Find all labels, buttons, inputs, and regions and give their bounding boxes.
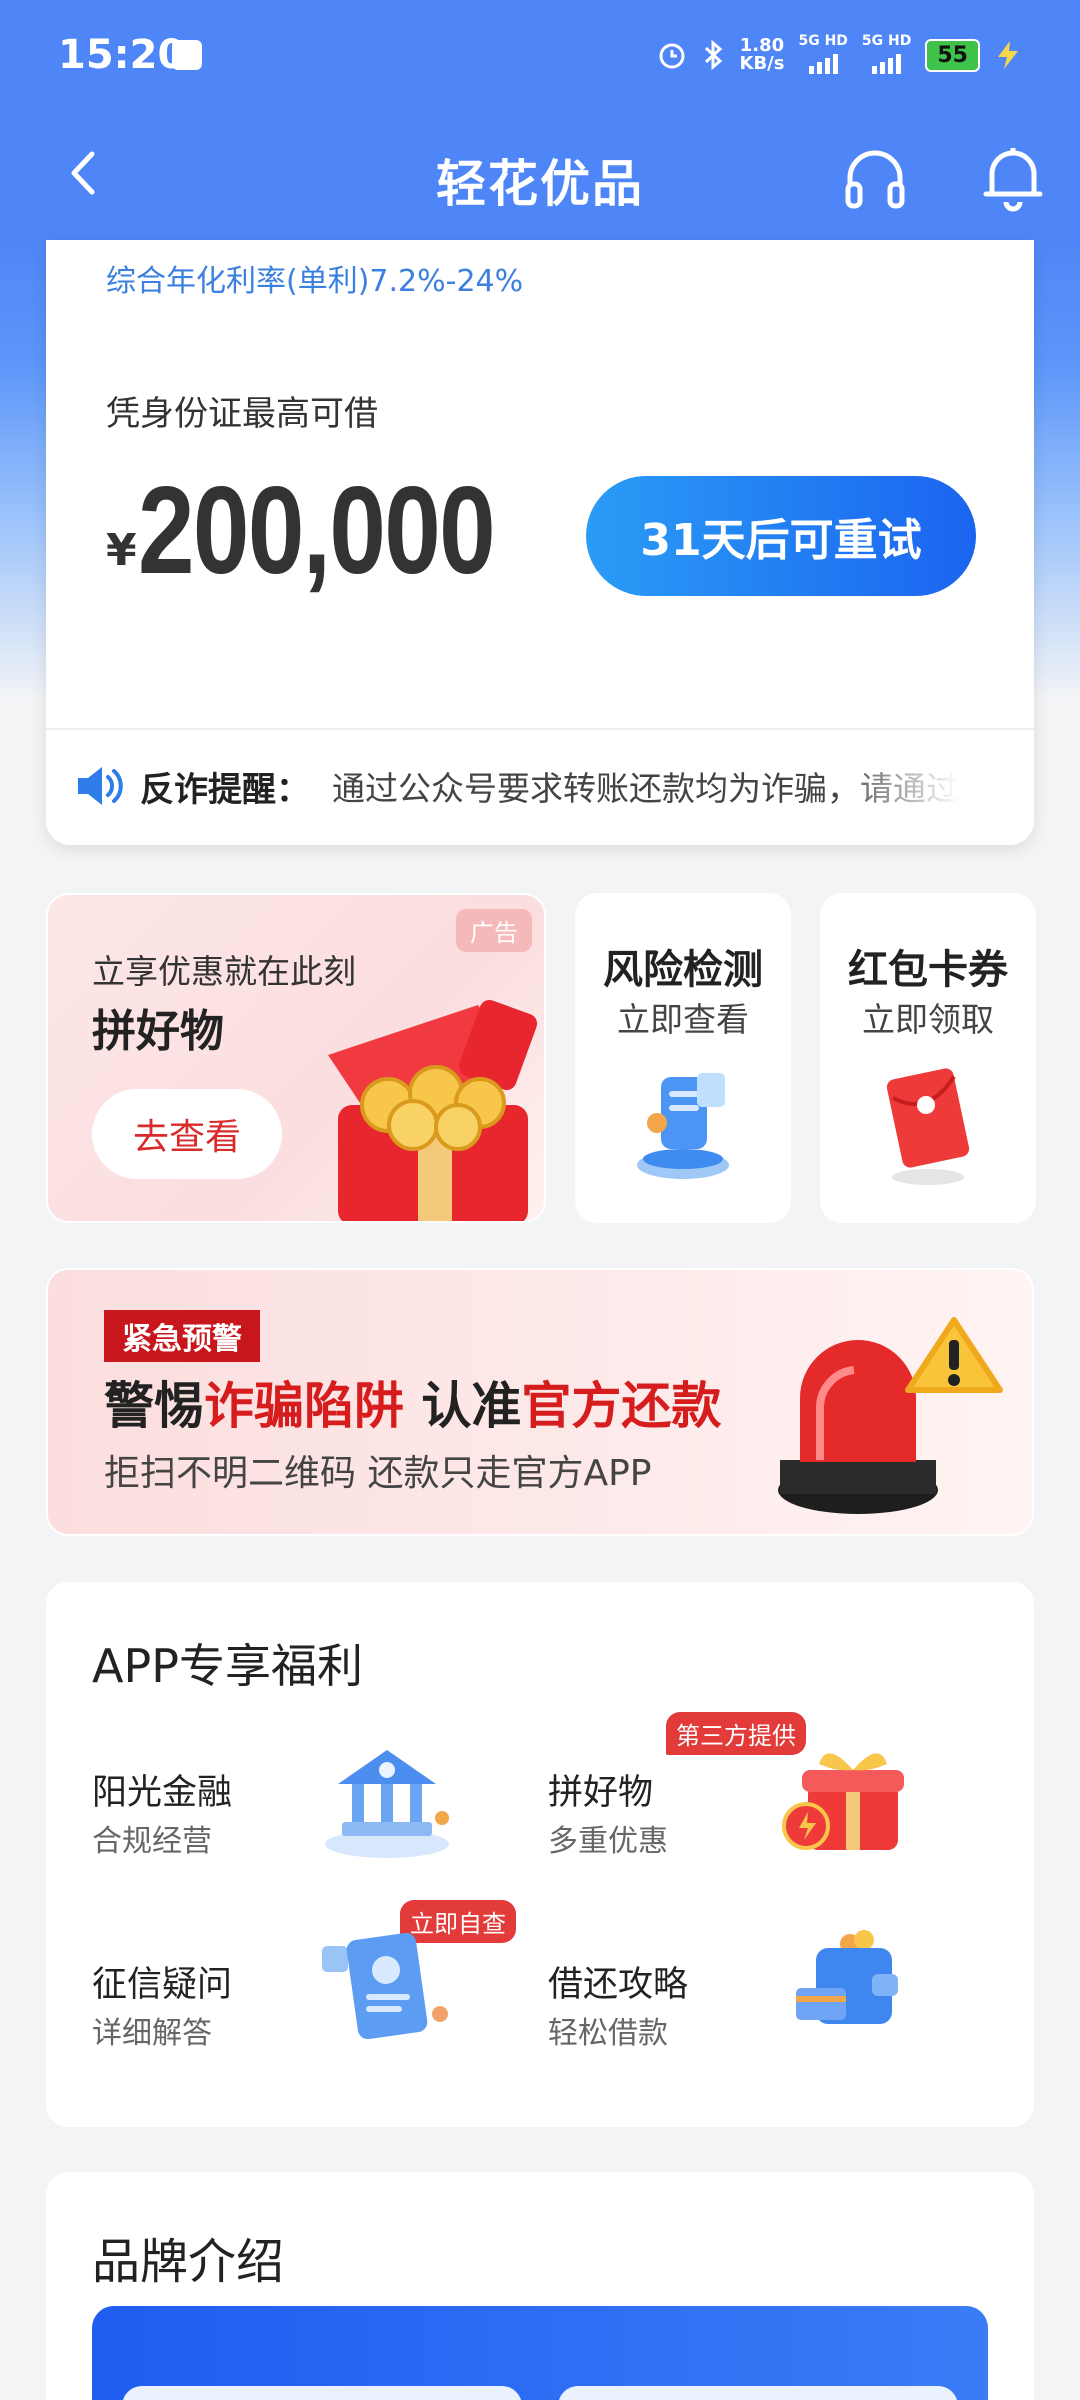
risk-check-sub: 立即查看 [617, 1000, 749, 1039]
benefit-sub: 合规经营 [92, 1824, 212, 1859]
interest-rate-text[interactable]: 综合年化利率(单利)7.2%-24% [106, 256, 523, 300]
coupon-sub: 立即领取 [862, 1000, 994, 1039]
benefit-sunshine-finance[interactable]: 阳光金融 合规经营 [92, 1750, 532, 1914]
urgent-tag: 紧急预警 [104, 1310, 260, 1362]
signal-2: 5G HD [862, 32, 911, 78]
credit-report-icon [322, 1932, 448, 2040]
nav-bar: 轻花优品 [0, 110, 1080, 240]
risk-check-card[interactable]: 风险检测 立即查看 [575, 893, 791, 1223]
retry-button[interactable]: 31天后可重试 [586, 476, 976, 596]
benefits-title: APP专享福利 [92, 1639, 363, 1693]
notice-text: 通过公众号要求转账还款均为诈骗，请通过 [332, 769, 959, 808]
page-title: 轻花优品 [436, 155, 644, 213]
brand-intro-section: 品牌介绍 [46, 2172, 1034, 2400]
wallet-icon [796, 1930, 898, 2024]
benefit-title: 借还攻略 [548, 1965, 689, 2005]
risk-check-title: 风险检测 [603, 947, 763, 993]
status-bar: 15:20 1.80 KB/s 5G HD 5G HD 55 [0, 0, 1080, 110]
siren-alert-icon [778, 1317, 1003, 1514]
loan-amount: 200,000 [138, 462, 496, 600]
status-icons: 1.80 KB/s 5G HD 5G HD 55 [656, 32, 1023, 78]
charging-icon [998, 41, 1018, 69]
alarm-icon [659, 43, 684, 69]
brand-tab-right [558, 2386, 958, 2400]
loan-card: 综合年化利率(单利)7.2%-24% 凭身份证最高可借 ¥ 200,000 31… [46, 240, 1034, 845]
risk-scan-icon [637, 1073, 729, 1179]
ad-tag: 广告 [456, 909, 532, 952]
notification-icon [172, 40, 202, 70]
net-speed: 1.80 KB/s [739, 35, 785, 74]
benefit-credit-question[interactable]: 征信疑问 详细解答 立即自查 [92, 1900, 532, 2106]
bank-icon [325, 1750, 449, 1858]
benefit-pinhaowu[interactable]: 拼好物 多重优惠 第三方提供 [548, 1712, 988, 1914]
brand-tab-left [122, 2386, 522, 2400]
coupon-card[interactable]: 红包卡券 立即领取 [820, 893, 1036, 1223]
warning-title: 警惕诈骗陷阱 认准官方还款 [104, 1377, 722, 1435]
warning-subtitle: 拒扫不明二维码 还款只走官方APP [104, 1453, 652, 1494]
benefit-title: 拼好物 [548, 1773, 654, 1813]
app-benefits-section: APP专享福利 阳光金融 合规经营 拼好物 多重优惠 第三方提供 征信疑问 详细… [46, 1582, 1034, 2127]
promo-title: 拼好物 [92, 1006, 224, 1057]
promo-card-pinhaowu[interactable]: 广告 立享优惠就在此刻 拼好物 去查看 [46, 893, 546, 1223]
benefit-borrow-guide[interactable]: 借还攻略 轻松借款 [548, 1930, 988, 2106]
currency-symbol: ¥ [106, 525, 137, 576]
bell-icon[interactable] [980, 142, 1046, 212]
coupon-title: 红包卡券 [848, 947, 1008, 993]
gift-box-icon [782, 1753, 904, 1850]
view-button[interactable]: 去查看 [92, 1089, 282, 1179]
status-time: 15:20 [58, 32, 186, 78]
benefit-sub: 轻松借款 [548, 2016, 668, 2051]
fraud-warning-banner[interactable]: 紧急预警 警惕诈骗陷阱 认准官方还款 拒扫不明二维码 还款只走官方APP [46, 1268, 1034, 1536]
benefit-title: 阳光金融 [92, 1773, 233, 1813]
customer-service-icon[interactable] [842, 146, 908, 212]
gift-coins-icon [328, 999, 538, 1221]
red-envelope-icon [886, 1068, 970, 1185]
limit-label: 凭身份证最高可借 [106, 394, 378, 434]
anti-fraud-notice[interactable]: 反诈提醒： 通过公众号要求转账还款均为诈骗，请通过 [74, 746, 1014, 826]
promo-subtitle: 立享优惠就在此刻 [92, 952, 356, 991]
divider [46, 728, 1034, 730]
brand-title: 品牌介绍 [92, 2234, 285, 2290]
brand-banner[interactable] [92, 2306, 988, 2400]
signal-1: 5G HD [798, 32, 848, 78]
benefit-sub: 多重优惠 [548, 1824, 668, 1859]
notice-label: 反诈提醒： [140, 769, 310, 810]
speaker-icon [78, 767, 123, 805]
benefit-title: 征信疑问 [92, 1965, 233, 2005]
battery-indicator: 55 [925, 38, 980, 72]
bluetooth-icon [704, 39, 722, 71]
benefit-sub: 详细解答 [92, 2016, 212, 2051]
